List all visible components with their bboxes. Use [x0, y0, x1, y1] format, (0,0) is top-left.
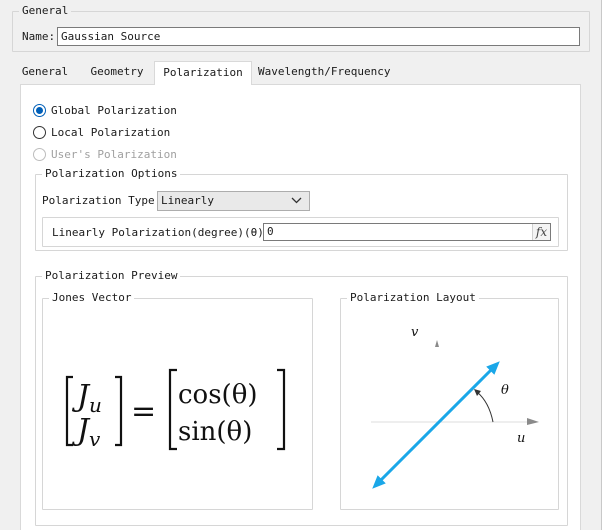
global-polarization-radio[interactable]: Global Polarization [33, 102, 177, 118]
linear-angle-label: Linearly Polarization(degree)(θ): [52, 226, 271, 239]
linear-angle-input[interactable]: 0 fx [263, 223, 551, 241]
tab-wavelength-frequency-label: Wavelength/Frequency [258, 65, 391, 78]
linear-angle-value: 0 [267, 225, 274, 238]
global-polarization-label: Global Polarization [51, 103, 177, 117]
users-polarization-label: User's Polarization [51, 147, 177, 161]
jones-sin: sin(θ) [178, 417, 252, 447]
local-polarization-label: Local Polarization [51, 125, 171, 139]
tab-general-label: General [21, 65, 69, 78]
jones-cos: cos(θ) [178, 380, 258, 410]
name-input[interactable]: Gaussian Source [57, 27, 580, 46]
chevron-down-icon [291, 197, 302, 204]
tab-polarization[interactable]: Polarization [154, 61, 252, 85]
tab-polarization-label: Polarization [163, 66, 243, 79]
tab-wavelength-frequency[interactable]: Wavelength/Frequency [258, 62, 391, 84]
jones-vector-formula: Ju Jv = cos(θ) sin(θ) [65, 368, 286, 451]
tab-geometry[interactable]: Geometry [82, 62, 152, 84]
radio-unchecked-icon [33, 125, 46, 139]
general-legend: General [19, 4, 72, 18]
polarization-layout-group: Polarization Layout v u θ [340, 291, 559, 510]
polarization-preview-legend: Polarization Preview [42, 269, 181, 283]
polarization-preview-group: Polarization Preview Jones Vector Ju Jv … [35, 269, 568, 526]
function-fx-icon[interactable]: fx [532, 224, 550, 240]
name-label: Name: [22, 30, 56, 43]
polarization-options-group: Polarization Options Polarization Type: … [35, 167, 568, 251]
polarization-panel: Global Polarization Local Polarization U… [20, 84, 581, 530]
polarization-vector [378, 367, 494, 483]
u-label: u [517, 431, 525, 446]
v-label: v [411, 325, 419, 340]
u-axis-arrow-icon [527, 418, 539, 425]
radio-checked-icon [33, 103, 46, 117]
theta-label: θ [501, 383, 509, 398]
tab-geometry-label: Geometry [90, 65, 144, 78]
linear-angle-group: Linearly Polarization(degree)(θ): 0 fx [42, 217, 559, 247]
polarization-options-legend: Polarization Options [42, 167, 181, 181]
polarization-type-label: Polarization Type: [42, 194, 162, 207]
polarization-type-value: Linearly [161, 194, 214, 207]
angle-arc [476, 391, 494, 423]
v-axis-arrow-icon [435, 340, 439, 347]
radio-disabled-icon [33, 147, 46, 161]
jones-vector-group: Jones Vector Ju Jv = cos(θ) sin(θ) [42, 291, 313, 510]
name-input-value: Gaussian Source [61, 30, 161, 43]
local-polarization-radio[interactable]: Local Polarization [33, 124, 170, 140]
jones-equals: = [131, 394, 156, 429]
tab-general[interactable]: General [12, 62, 78, 84]
jones-ju: Ju [71, 379, 102, 417]
polarization-type-select[interactable]: Linearly [157, 191, 310, 211]
jones-jv: Jv [71, 413, 101, 451]
users-polarization-radio[interactable]: User's Polarization [33, 146, 177, 162]
polarization-layout-diagram: v u θ [371, 325, 539, 489]
